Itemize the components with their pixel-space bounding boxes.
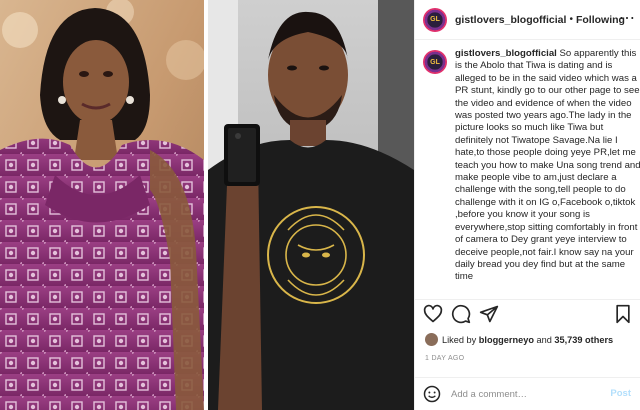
post-comment-button[interactable]: Post <box>610 388 631 399</box>
post-timestamp[interactable]: 1 DAY AGO <box>425 355 464 362</box>
caption-text: gistlovers_blogofficial So apparently th… <box>455 48 640 298</box>
separator-dot: • <box>569 14 573 25</box>
post-photo-woman <box>0 0 204 410</box>
post-header: GL gistlovers_blogofficial • Following ⋯ <box>415 0 640 40</box>
post-image-area <box>0 0 414 410</box>
caption-block: GL gistlovers_blogofficial So apparently… <box>415 48 640 298</box>
man-photo-graphic <box>208 0 414 410</box>
action-bar <box>415 300 640 328</box>
liker-avatar[interactable] <box>425 333 438 346</box>
emoji-icon[interactable] <box>423 385 441 403</box>
heart-icon[interactable] <box>423 304 443 324</box>
following-button[interactable]: Following <box>576 14 625 26</box>
header-avatar[interactable]: GL <box>423 7 447 32</box>
comment-input[interactable] <box>451 388 601 400</box>
caption-avatar[interactable]: GL <box>423 50 447 74</box>
bookmark-icon[interactable] <box>613 304 633 324</box>
post-photo-man <box>208 0 414 410</box>
post-side-panel: GL gistlovers_blogofficial • Following ⋯… <box>414 0 640 410</box>
likes-connector: and <box>536 334 552 345</box>
likes-summary: Liked by bloggerneyo and 35,739 others <box>425 333 613 346</box>
likes-count[interactable]: 35,739 others <box>554 335 613 345</box>
comment-icon[interactable] <box>451 304 471 324</box>
woman-photo-graphic <box>0 0 204 410</box>
header-username[interactable]: gistlovers_blogofficial <box>455 14 566 26</box>
share-icon[interactable] <box>479 304 499 324</box>
caption-body: So apparently this is the Abolo that Tiw… <box>455 48 640 283</box>
more-icon[interactable]: ⋯ <box>619 11 635 27</box>
liker-username[interactable]: bloggerneyo <box>479 335 534 345</box>
likes-prefix: Liked by <box>442 334 477 345</box>
comment-form: Post <box>415 378 640 410</box>
caption-username[interactable]: gistlovers_blogofficial <box>455 48 557 59</box>
